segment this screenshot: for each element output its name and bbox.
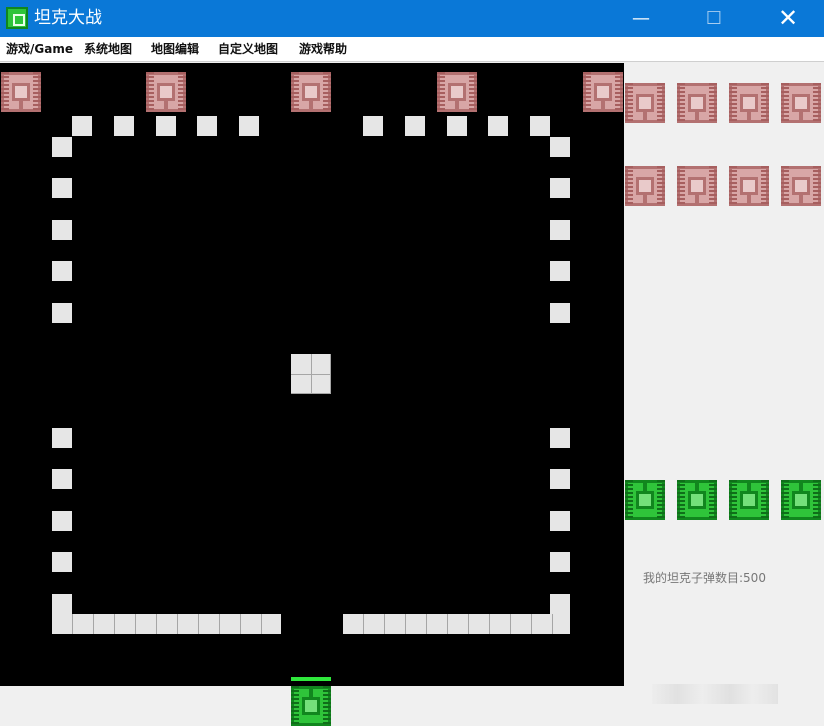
brick-block: [447, 116, 467, 136]
brick-block: [52, 428, 72, 448]
minimize-button[interactable]: —: [618, 0, 664, 37]
player-reserve-tank-icon: [677, 480, 717, 520]
enemy-reserve-tank-icon: [677, 83, 717, 123]
close-button[interactable]: ✕: [765, 0, 811, 37]
player-health-bar: [291, 677, 331, 681]
brick-block: [550, 428, 570, 448]
brick-block: [530, 116, 550, 136]
enemy-tank-icon: [437, 72, 477, 112]
enemy-reserve-tank-icon: [625, 166, 665, 206]
brick-block: [550, 137, 570, 157]
brick-block: [550, 178, 570, 198]
menu-custom-map[interactable]: 自定义地图: [218, 41, 278, 57]
menu-map-editor[interactable]: 地图编辑: [151, 41, 199, 57]
menu-game[interactable]: 游戏/Game: [6, 41, 73, 57]
brick-block: [363, 116, 383, 136]
brick-block: [550, 511, 570, 531]
player-tank-icon[interactable]: [291, 686, 331, 726]
blurred-status-area: [652, 684, 778, 704]
brick-block: [52, 552, 72, 572]
brick-block: [550, 552, 570, 572]
steel-block: [291, 354, 331, 394]
brick-block: [52, 511, 72, 531]
enemy-reserve-tank-icon: [729, 83, 769, 123]
player-reserve-tank-icon: [781, 480, 821, 520]
brick-block: [52, 303, 72, 323]
enemy-reserve-tank-icon: [781, 166, 821, 206]
brick-block: [488, 116, 508, 136]
brick-block: [52, 594, 72, 614]
bottom-left-wall: [52, 614, 281, 634]
brick-block: [405, 116, 425, 136]
brick-block: [156, 116, 176, 136]
maximize-button[interactable]: ☐: [691, 0, 737, 37]
player-reserve-tank-icon: [729, 480, 769, 520]
enemy-reserve-tank-icon: [625, 83, 665, 123]
menu-system-map[interactable]: 系统地图: [84, 41, 132, 57]
player-reserve-tank-icon: [625, 480, 665, 520]
bottom-right-wall: [343, 614, 570, 634]
brick-block: [550, 594, 570, 614]
brick-block: [52, 261, 72, 281]
enemy-tank-icon: [583, 72, 623, 112]
brick-block: [52, 469, 72, 489]
window-title: 坦克大战: [34, 8, 102, 28]
enemy-tank-icon: [1, 72, 41, 112]
brick-block: [52, 137, 72, 157]
ammo-count-label: 我的坦克子弹数目:500: [643, 571, 766, 585]
game-board[interactable]: [0, 63, 624, 686]
brick-block: [52, 220, 72, 240]
brick-block: [550, 261, 570, 281]
brick-block: [550, 220, 570, 240]
brick-block: [197, 116, 217, 136]
enemy-tank-icon: [146, 72, 186, 112]
menu-game-help[interactable]: 游戏帮助: [299, 41, 347, 57]
brick-block: [550, 469, 570, 489]
enemy-reserve-tank-icon: [677, 166, 717, 206]
enemy-reserve-tank-icon: [781, 83, 821, 123]
enemy-tank-icon: [291, 72, 331, 112]
enemy-reserve-tank-icon: [729, 166, 769, 206]
menu-bar: 游戏/Game 系统地图 地图编辑 自定义地图 游戏帮助: [0, 37, 824, 62]
window-titlebar: 坦克大战 — ☐ ✕: [0, 0, 824, 37]
brick-block: [114, 116, 134, 136]
brick-block: [52, 178, 72, 198]
brick-block: [550, 303, 570, 323]
brick-block: [239, 116, 259, 136]
brick-block: [72, 116, 92, 136]
green-tank-icon: [6, 7, 28, 29]
